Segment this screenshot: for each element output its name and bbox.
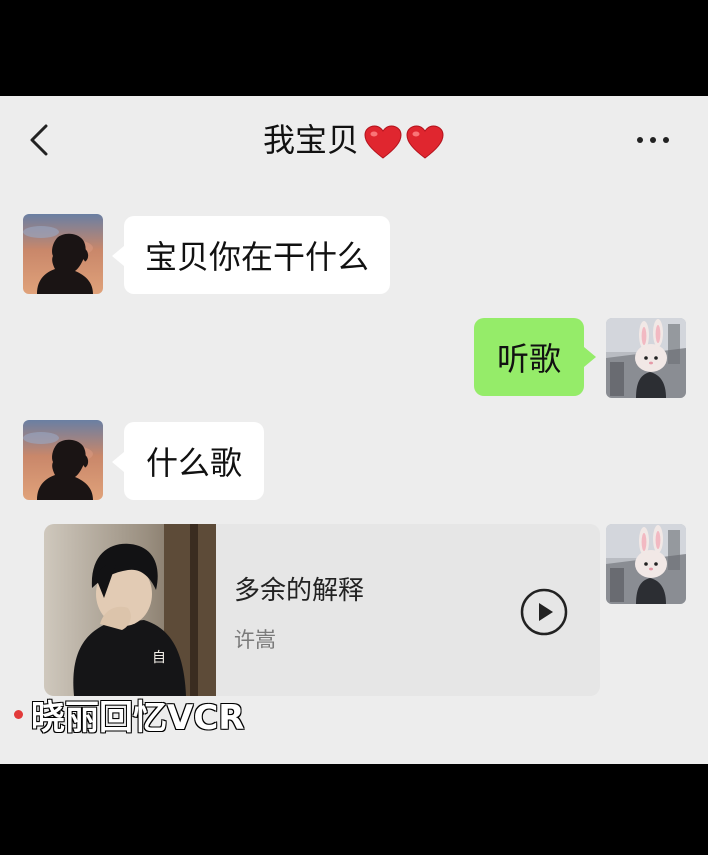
watermark-dot: [14, 710, 23, 719]
song-title: 多余的解释: [234, 576, 365, 606]
album-cover-image: 自: [44, 524, 216, 696]
silhouette-avatar-icon: [23, 214, 103, 294]
bunny-avatar-icon: [606, 318, 686, 398]
contact-avatar[interactable]: [23, 214, 103, 294]
bunny-avatar-icon: [606, 524, 686, 604]
bubble-tail: [584, 347, 596, 367]
svg-text:自: 自: [152, 650, 166, 666]
play-icon[interactable]: [520, 588, 568, 636]
message-text: 听歌: [496, 340, 561, 378]
my-avatar[interactable]: [606, 524, 686, 604]
message-text: 宝贝你在干什么: [144, 238, 369, 276]
watermark-overlay: 晓丽回忆VCR: [14, 690, 245, 739]
bubble-tail: [112, 246, 124, 266]
chat-header: 我宝贝: [0, 96, 708, 188]
heart-icon: [406, 125, 444, 159]
message-text: 什么歌: [145, 444, 242, 482]
bubble-tail: [112, 452, 124, 472]
chat-title: 我宝贝: [0, 118, 708, 162]
more-icon[interactable]: [636, 132, 670, 148]
message-bubble-outgoing[interactable]: 听歌: [474, 318, 584, 396]
message-bubble-incoming[interactable]: 什么歌: [124, 422, 264, 500]
my-avatar[interactable]: [606, 318, 686, 398]
song-artist: 许嵩: [234, 628, 276, 652]
music-share-card[interactable]: 自 多余的解释 许嵩: [44, 524, 600, 696]
contact-avatar[interactable]: [23, 420, 103, 500]
message-bubble-incoming[interactable]: 宝贝你在干什么: [124, 216, 390, 294]
heart-icon: [364, 125, 402, 159]
watermark-text: 晓丽回忆VCR: [30, 697, 245, 739]
chat-screen: 我宝贝 宝贝你在干什么 听歌 什么歌 自 多余的解释 许嵩 晓丽回忆VCR: [0, 96, 708, 764]
silhouette-avatar-icon: [23, 420, 103, 500]
contact-name: 我宝贝: [262, 121, 359, 159]
